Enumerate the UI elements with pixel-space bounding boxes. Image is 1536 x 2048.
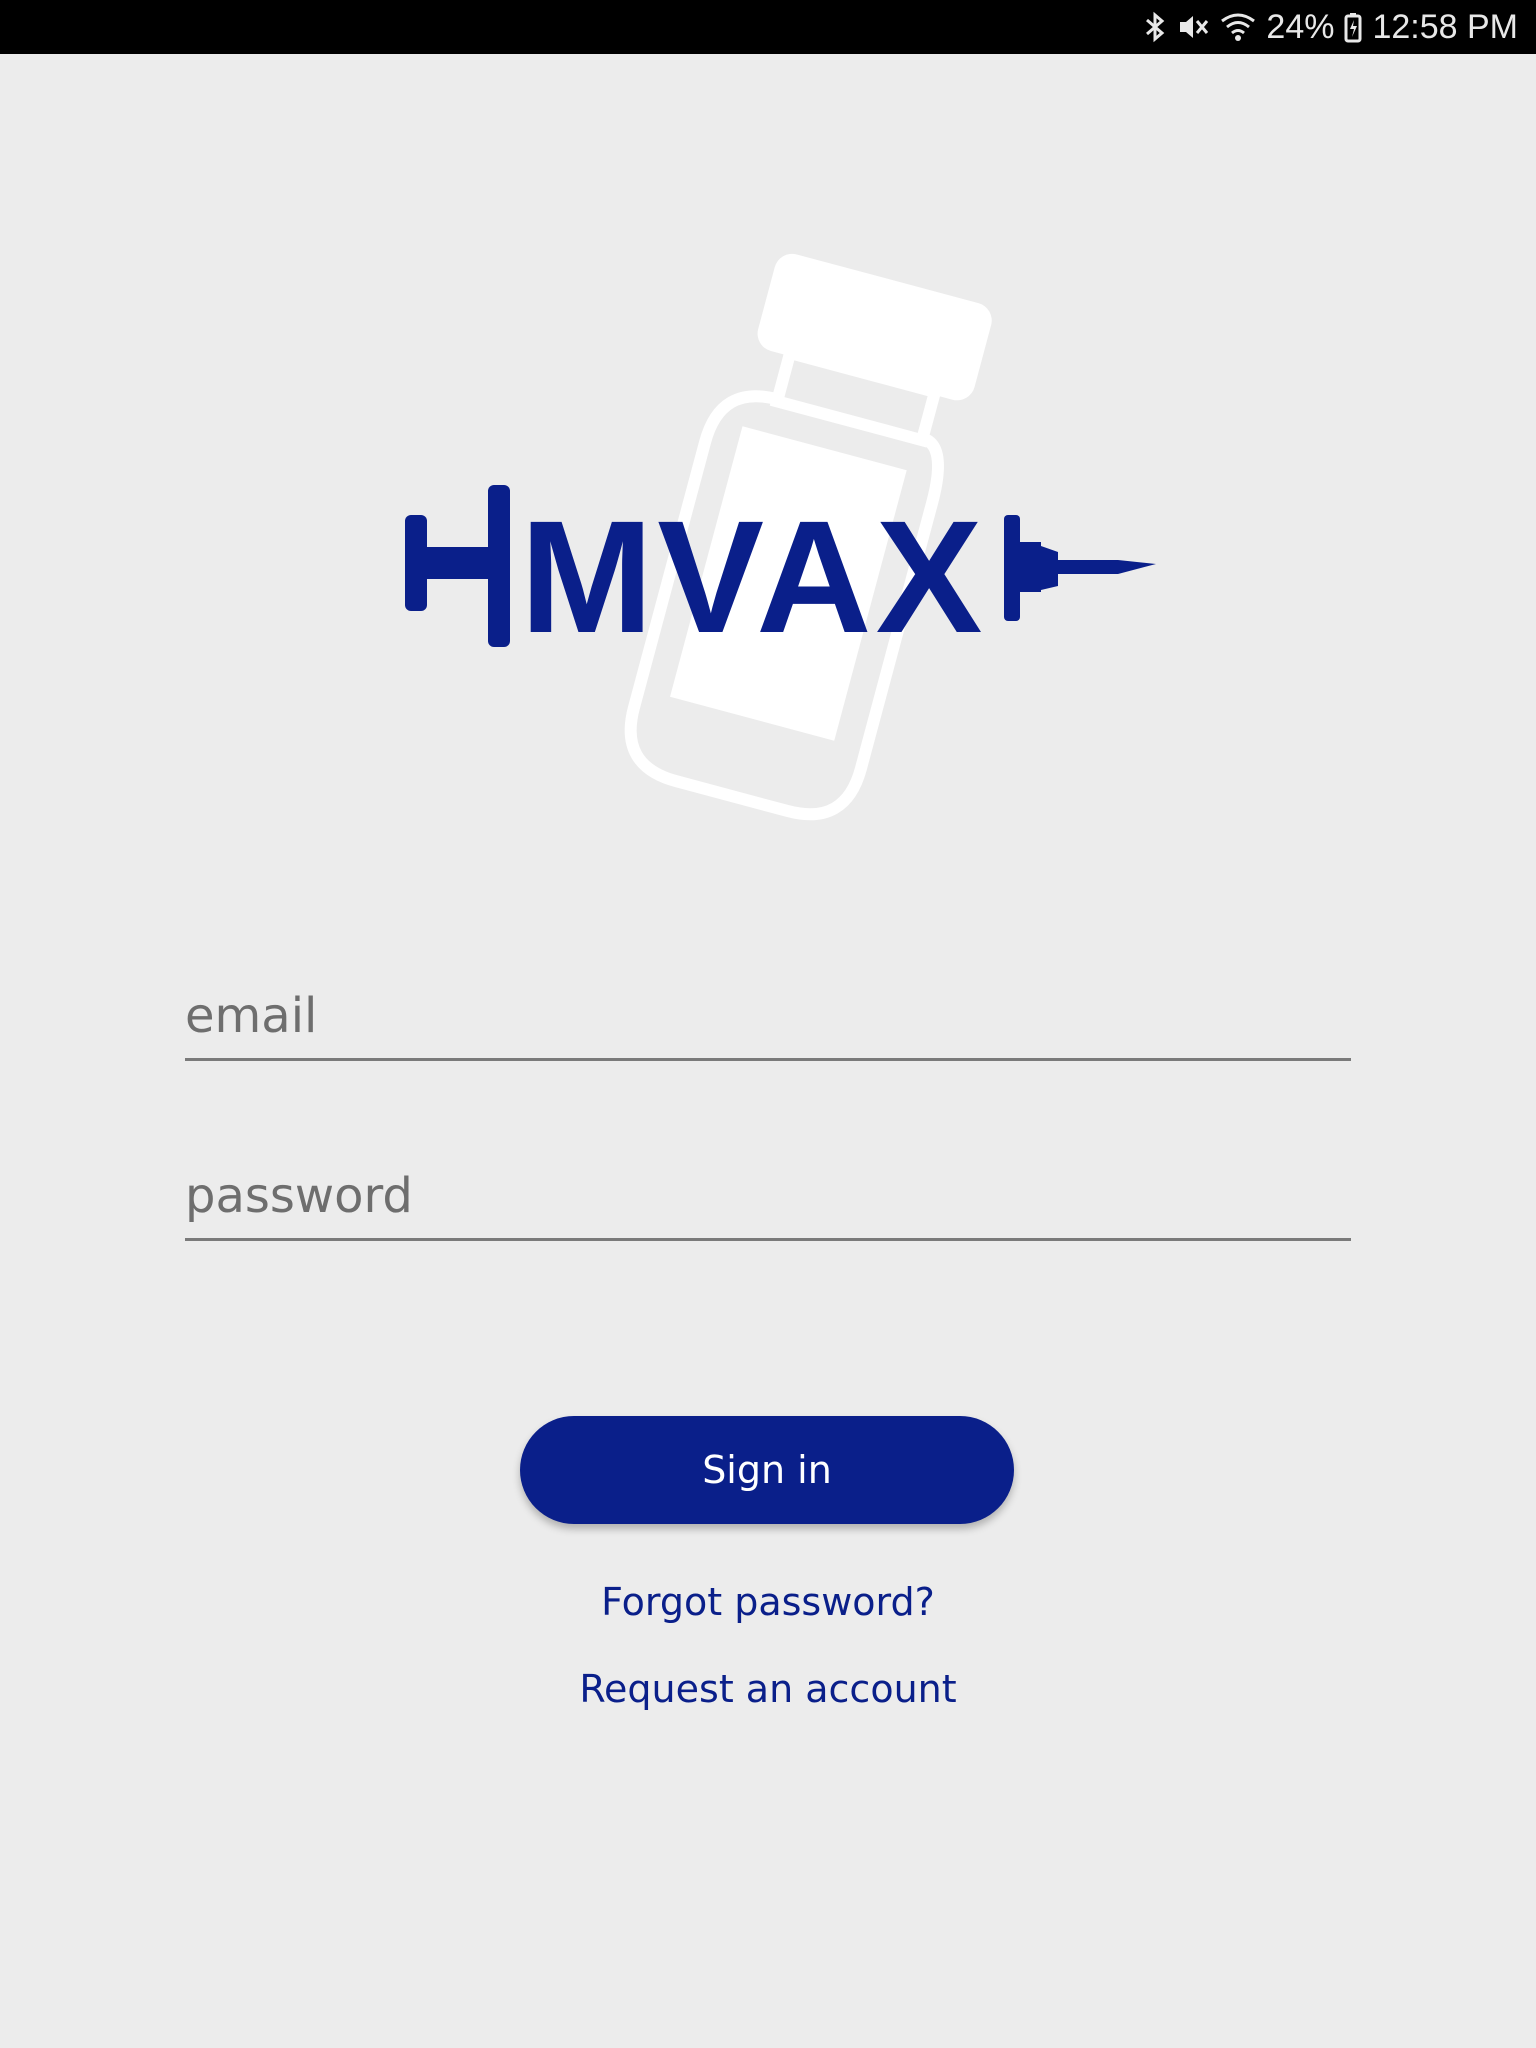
app-logo: MVAX <box>0 0 1536 900</box>
sign-in-button[interactable]: Sign in <box>520 1416 1014 1524</box>
request-account-link[interactable]: Request an account <box>0 1667 1536 1711</box>
logo-wordmark: MVAX <box>520 487 987 666</box>
syringe-needle-icon <box>1004 515 1156 621</box>
forgot-password-link[interactable]: Forgot password? <box>0 1580 1536 1624</box>
syringe-plunger-icon <box>405 485 510 647</box>
email-field-container <box>185 978 1351 1061</box>
password-field-container <box>185 1158 1351 1241</box>
email-input[interactable] <box>185 988 1351 1044</box>
password-input[interactable] <box>185 1168 1351 1224</box>
vial-syringe-logo-graphic <box>405 253 1156 821</box>
